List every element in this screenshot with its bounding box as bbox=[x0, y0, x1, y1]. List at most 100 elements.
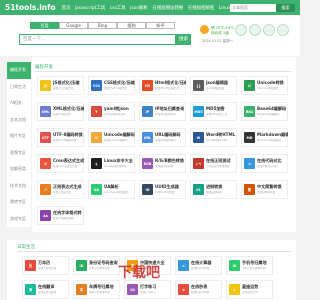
tool-icon: 01 bbox=[193, 184, 204, 195]
search-tab[interactable]: 百度 bbox=[30, 22, 59, 29]
tool-title: 在线代码对比 bbox=[257, 158, 282, 163]
tool-icon: MD bbox=[244, 132, 255, 143]
tool-title: 车牌号归属地 bbox=[89, 284, 114, 289]
tool-card[interactable]: 车车牌号归属地 车牌号归属地查询 bbox=[73, 280, 120, 299]
tool-card[interactable]: ID 身份证号码查询 身份证归属地查询 bbox=[73, 256, 120, 275]
tool-card[interactable]: 繁中文简繁转换 在线简繁体转换 bbox=[241, 180, 288, 199]
tool-card[interactable]: B64 Base64编解码 Base64在线编解码 bbox=[241, 102, 288, 121]
nav-link[interactable]: 首页 bbox=[62, 5, 71, 11]
top-search-button[interactable]: 搜索 bbox=[276, 3, 295, 12]
tool-card[interactable]: 译在线翻译 在线多语言翻译 bbox=[22, 280, 69, 299]
tool-desc: 在线字体格式转换 bbox=[53, 217, 74, 220]
sidebar-item[interactable]: 编程开发 bbox=[7, 62, 31, 79]
tool-card[interactable]: CSS CSS格式化/压缩 在线CSS代码格式化 bbox=[88, 76, 135, 95]
nav-link[interactable]: 在线加密解密 bbox=[188, 5, 214, 11]
tool-card[interactable]: ≠ 在线代码对比 在线文本代码对比 bbox=[241, 154, 288, 173]
tool-desc: 在线js代码格式化 bbox=[53, 87, 74, 90]
search-tab[interactable]: 知乎 bbox=[146, 22, 175, 29]
main-search-button[interactable]: 搜索 bbox=[176, 34, 191, 45]
nav-link[interactable]: javascript工具 bbox=[75, 5, 105, 11]
tool-card[interactable]: /.*/在线正则测试 正则表达式在线测试 bbox=[190, 154, 237, 173]
tool-card[interactable]: {} Json编辑器 Json在线编辑器 bbox=[190, 76, 237, 95]
tool-card[interactable]: 01 进制转换 在线进制转换 bbox=[190, 180, 237, 199]
nav-link[interactable]: json解析 bbox=[130, 5, 148, 11]
tool-desc: 在线科学计算器 bbox=[191, 267, 210, 270]
tool-card[interactable]: ID UUID生成器 在线UUID生成器 bbox=[139, 180, 186, 199]
tool-icon: 译 bbox=[25, 284, 36, 295]
tool-card[interactable]: MD5 MD5加密 在线MD5加密工具 bbox=[190, 102, 237, 121]
sidebar-item[interactable]: 图片专区 bbox=[7, 128, 31, 145]
watermark: 下载吧 bbox=[118, 265, 160, 281]
tool-card[interactable]: XML XML格式化/压缩 在线xml格式化 bbox=[37, 102, 84, 121]
tool-card[interactable]: 历万年历 在线万年历查询 bbox=[22, 256, 69, 275]
tool-desc: Base64在线编解码 bbox=[257, 113, 280, 116]
tool-card[interactable]: UA UA解析 User Agent在线解析 bbox=[88, 180, 135, 199]
tool-title: UUID生成器 bbox=[155, 184, 179, 189]
tool-title: MD5加密 bbox=[206, 106, 225, 111]
tool-icon: 车 bbox=[76, 284, 87, 295]
tool-desc: 车牌号归属地查询 bbox=[89, 291, 110, 294]
tool-title: 正则表达式生成 bbox=[53, 184, 82, 189]
tool-card[interactable]: U Unicode编解码 在线Unicode编解码 bbox=[88, 128, 135, 147]
tool-icon: ⌨ bbox=[127, 284, 138, 295]
tool-card[interactable]: UTF UTF-8编码转换 在线UTF-8编码转换 bbox=[37, 128, 84, 147]
top-search-input[interactable]: 文章搜索 bbox=[230, 3, 276, 12]
tool-card[interactable]: JS JS格式化/压缩 在线js代码格式化 bbox=[37, 76, 84, 95]
tool-card[interactable]: .* 正则表达式生成 常用正则表达式 bbox=[37, 180, 84, 199]
tool-title: 中文简繁转换 bbox=[257, 184, 282, 189]
sidebar-item[interactable]: 日常生活 bbox=[7, 79, 31, 96]
search-tab[interactable]: 搜狗 bbox=[117, 22, 146, 29]
tool-title: Word转HTML bbox=[206, 132, 236, 137]
sidebar-item[interactable]: 视频专区 bbox=[7, 145, 31, 162]
tool-icon: XML bbox=[40, 106, 51, 117]
tool-icon: Aa bbox=[40, 210, 51, 221]
tool-icon: 繁 bbox=[244, 184, 255, 195]
tool-card[interactable]: = 在线计算器 在线科学计算器 bbox=[175, 256, 222, 275]
tool-desc: 在线MD5加密工具 bbox=[206, 113, 228, 116]
tool-icon: ⏱ bbox=[40, 158, 51, 169]
sun-icon bbox=[200, 25, 209, 34]
tool-card[interactable]: URL URL编码解码 在线URL编码解码 bbox=[139, 128, 186, 147]
tool-card[interactable]: H5 Html格式化/压缩 在线Html代码格式化 bbox=[139, 76, 186, 95]
tool-card[interactable]: MD Markdown编辑 Markdown在线编辑 bbox=[241, 128, 288, 147]
tool-card[interactable]: IP IP地址归属查询 在线IP归属地查询 bbox=[139, 102, 186, 121]
tool-card[interactable]: 🐧 Linux命令大全 Linux命令在线查询 bbox=[88, 154, 135, 173]
sidebar-item[interactable]: 跳转专区 bbox=[7, 194, 31, 211]
tool-icon: ID bbox=[76, 260, 87, 271]
sidebar-item[interactable]: 文本文档 bbox=[7, 112, 31, 129]
tool-desc: User Agent在线解析 bbox=[104, 191, 129, 194]
tool-desc: 在线UTF-8编码转换 bbox=[53, 139, 77, 142]
tool-icon: B64 bbox=[244, 106, 255, 117]
sidebar-item[interactable]: AI相关 bbox=[7, 95, 31, 112]
tool-card[interactable]: ★ 星座运势 星座运势查询 bbox=[226, 280, 273, 299]
tool-card[interactable]: ☎ 手机号归属地 手机号码归属地查询 bbox=[226, 256, 273, 275]
tool-card[interactable]: RGB R/G/B颜色转换 在线颜色值转换 bbox=[139, 154, 186, 173]
sidebar-item[interactable]: 游戏专区 bbox=[7, 211, 31, 228]
tool-card[interactable]: Aa 在线字体格式转 在线字体格式转换 bbox=[37, 206, 84, 225]
tool-card[interactable]: Yyaml转json yaml在线转换json bbox=[88, 102, 135, 121]
sidebar-item[interactable]: 技术文档 bbox=[7, 178, 31, 195]
tool-card[interactable]: ⏲ 在线秒表 在线秒表计时器 bbox=[175, 280, 222, 299]
search-tab[interactable]: Bing bbox=[88, 22, 117, 29]
site-logo[interactable]: 51tools.info bbox=[5, 3, 56, 12]
tool-card[interactable]: ⌨ 打字练习 在线打字练习 bbox=[124, 280, 171, 299]
tool-title: Json编辑器 bbox=[206, 80, 228, 85]
tool-desc: 在线Cron表达式生成 bbox=[53, 165, 78, 168]
search-engine-tabs: 百度 Google Bing 搜狗 知乎 bbox=[30, 22, 175, 29]
tool-card[interactable]: U Unicode转换 Unicode在线转换 bbox=[241, 76, 288, 95]
tool-title: UTF-8编码转换 bbox=[53, 132, 83, 137]
main-search-input[interactable]: 百度一下... bbox=[19, 34, 176, 45]
tool-title: yaml转json bbox=[104, 106, 129, 111]
tool-desc: 在线进制转换 bbox=[206, 191, 222, 194]
tool-icon: U bbox=[91, 132, 102, 143]
sidebar-item[interactable]: 加解密类 bbox=[7, 161, 31, 178]
nav-link[interactable]: 在线短网址转换 bbox=[152, 5, 183, 11]
tool-card[interactable]: ⏱ Cron表达式生成 在线Cron表达式生成 bbox=[37, 154, 84, 173]
tool-card[interactable]: W Word转HTML Word在线转HTML bbox=[190, 128, 237, 147]
tool-icon: 🐧 bbox=[91, 158, 102, 169]
nav-link[interactable]: css工具 bbox=[110, 5, 126, 11]
tool-title: UA解析 bbox=[104, 184, 119, 189]
tool-desc: 在线IP归属地查询 bbox=[155, 113, 176, 116]
search-tab[interactable]: Google bbox=[59, 22, 88, 29]
tool-icon: URL bbox=[142, 132, 153, 143]
